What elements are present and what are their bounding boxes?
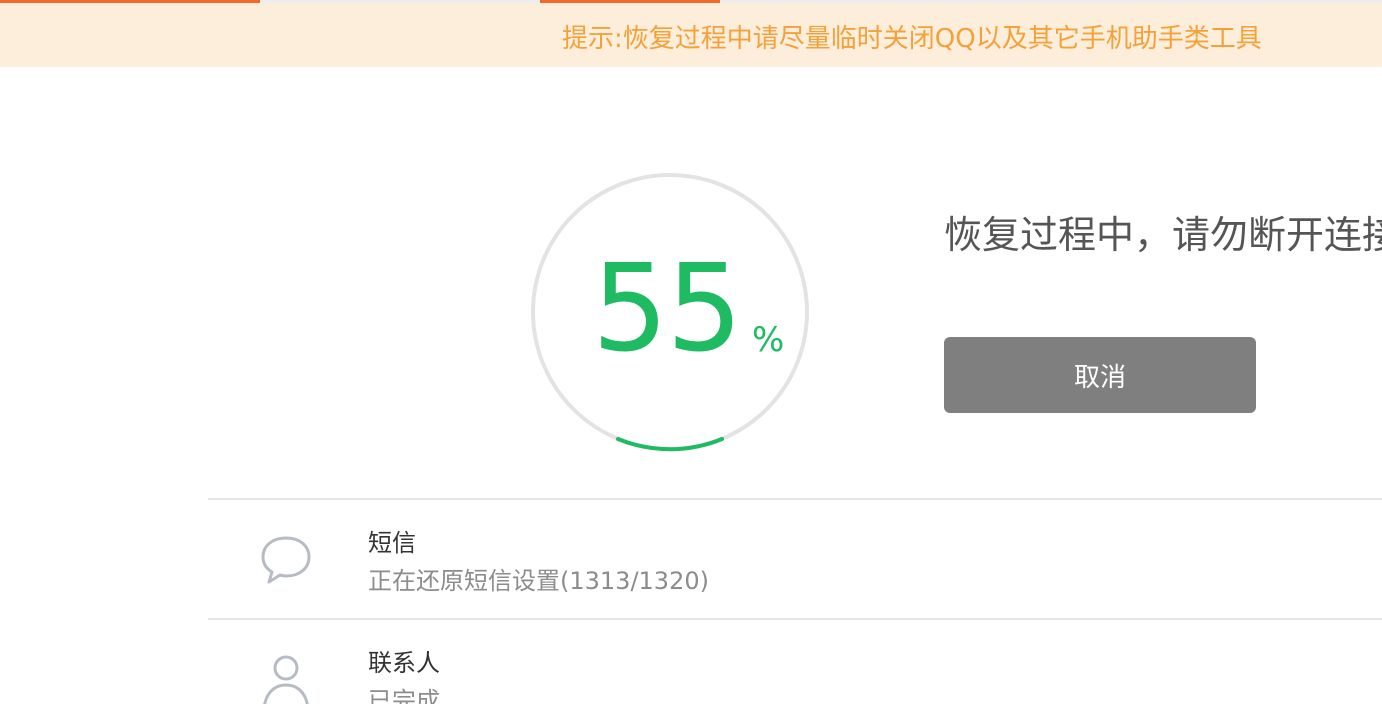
list-item-title: 短信 [368,529,416,557]
person-icon [258,654,314,704]
list-item-status: 正在还原短信设置(1313/1320) [368,567,709,595]
progress-percent-value: 55 [592,240,743,379]
list-item-status: 已完成 [368,687,440,704]
cancel-button[interactable]: 取消 [944,337,1256,413]
restore-window: 提示:恢复过程中请尽量临时关闭QQ以及其它手机助手类工具 55 % 恢复过程中，… [0,0,1382,704]
divider [208,498,1382,500]
message-bubble-icon [258,534,314,590]
divider [208,618,1382,620]
progress-ring-arc [616,437,724,452]
status-message: 恢复过程中，请勿断开连接 [944,213,1382,257]
progress-percent-unit: % [752,320,785,360]
list-item-title: 联系人 [368,649,440,677]
tip-text: 提示:恢复过程中请尽量临时关闭QQ以及其它手机助手类工具 [562,24,1262,54]
tip-banner: 提示:恢复过程中请尽量临时关闭QQ以及其它手机助手类工具 [0,3,1382,67]
